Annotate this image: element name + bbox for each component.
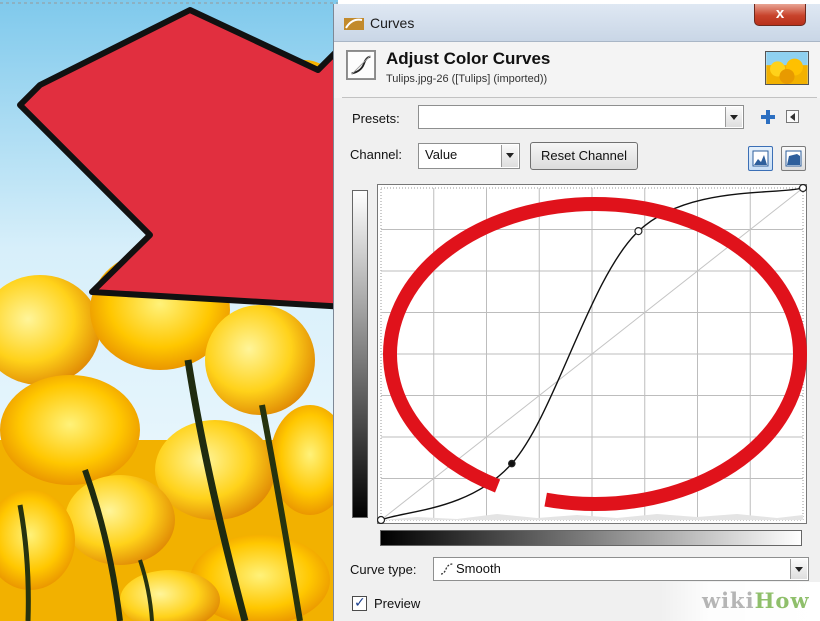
- channel-dropdown-arrow[interactable]: [501, 145, 518, 167]
- curves-app-icon: [344, 18, 364, 30]
- dialog-subtitle: Tulips.jpg-26 ([Tulips] (imported)): [386, 73, 548, 85]
- image-canvas: [0, 0, 338, 621]
- log-histogram-button[interactable]: [781, 146, 806, 171]
- title-bar[interactable]: Curves x: [334, 4, 820, 42]
- presets-combo[interactable]: [418, 105, 744, 129]
- wikihow-watermark: wikiHow: [660, 582, 820, 621]
- curve-graph[interactable]: [376, 183, 808, 525]
- linear-histogram-button[interactable]: [748, 146, 773, 171]
- curve-control-point[interactable]: [376, 515, 386, 525]
- horizontal-gradient-bar: [380, 530, 802, 546]
- dialog-header: Adjust Color Curves Tulips.jpg-26 ([Tuli…: [334, 42, 820, 98]
- channel-label: Channel:: [350, 147, 403, 162]
- preview-label[interactable]: Preview: [374, 596, 420, 611]
- reset-channel-button[interactable]: Reset Channel: [530, 142, 638, 170]
- channel-value: Value: [425, 147, 458, 162]
- curve-control-point[interactable]: [634, 227, 643, 236]
- curves-tool-icon: [346, 50, 376, 80]
- tulips-photo: [0, 0, 338, 621]
- tulips-thumbnail: [765, 51, 809, 85]
- curve-type-label: Curve type:: [350, 562, 417, 577]
- smooth-curve-icon: [440, 563, 454, 575]
- preview-checkbox[interactable]: [352, 594, 367, 611]
- curve-type-value: Smooth: [456, 561, 501, 576]
- vertical-gradient-bar: [352, 190, 368, 518]
- dialog-title: Adjust Color Curves: [386, 49, 551, 68]
- window-title: Curves: [370, 15, 415, 31]
- header-divider: [342, 97, 817, 98]
- wikihow-logo: wikiHow: [702, 588, 810, 613]
- close-button[interactable]: x: [754, 4, 806, 26]
- curve-type-dropdown-arrow[interactable]: [790, 559, 807, 579]
- add-preset-icon[interactable]: [759, 108, 777, 126]
- curve-control-point[interactable]: [508, 459, 516, 468]
- preset-menu-icon[interactable]: [786, 110, 799, 123]
- presets-dropdown-arrow[interactable]: [725, 107, 742, 127]
- linear-histogram-icon: [752, 150, 769, 167]
- curves-dialog: Curves x Adjust Color Curves Tulips.jpg-…: [333, 4, 820, 621]
- curve-control-point[interactable]: [798, 183, 808, 193]
- channel-combo[interactable]: Value: [418, 143, 520, 169]
- curve-type-combo[interactable]: Smooth: [433, 557, 809, 581]
- log-histogram-icon: [785, 150, 802, 167]
- curve-editor[interactable]: [376, 183, 808, 525]
- presets-label: Presets:: [352, 111, 400, 126]
